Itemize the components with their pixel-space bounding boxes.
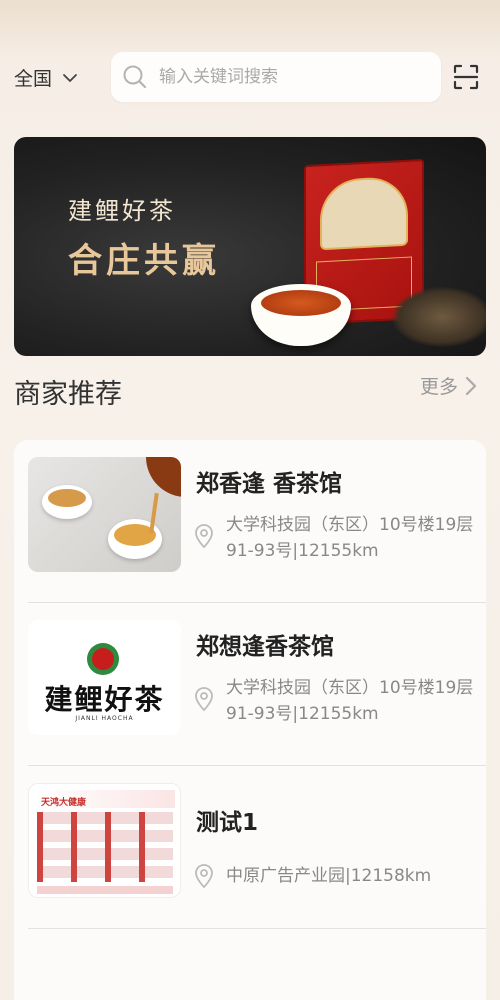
scan-icon[interactable] [452,63,480,91]
merchant-item[interactable]: 建鲤好茶 JIANLI HAOCHA 郑想逢香茶馆 大学科技园（东区）10号楼1… [28,603,486,766]
banner-slogan: 合庄共赢 [68,241,220,281]
section-title: 商家推荐 [14,379,122,410]
poster-content [37,812,173,882]
poster-footer [37,886,173,894]
merchant-list: 郑香逢 香茶馆 大学科技园（东区）10号楼19层91-93号|12155km 建… [14,440,486,1000]
location-pin-icon [195,524,213,549]
more-link[interactable]: 更多 [420,372,478,399]
merchant-address: 大学科技园（东区）10号楼19层91-93号|12155km [226,515,474,561]
chevron-down-icon [63,73,77,82]
search-input[interactable] [159,67,419,87]
search-icon [123,65,147,89]
more-label: 更多 [420,376,459,398]
merchant-item[interactable]: 天鸿大健康 测试1 中原广告产业园|12158km [28,766,486,929]
poster-header: 天鸿大健康 [35,790,175,808]
banner-title: 建鲤好茶 [68,197,176,225]
merchant-thumbnail: 建鲤好茶 JIANLI HAOCHA [28,620,181,735]
brand-logo-subtext: JIANLI HAOCHA [75,715,134,722]
poster-title: 天鸿大健康 [41,798,87,808]
region-label: 全国 [14,68,53,90]
header-background [0,0,500,60]
tea-leaves-image [392,287,486,347]
brand-logo-text: 建鲤好茶 [44,683,165,716]
teapot-image [146,457,181,497]
promo-banner[interactable]: 建鲤好茶 合庄共赢 [14,137,486,356]
location-pin-icon [195,687,213,712]
merchant-name: 郑香逢 香茶馆 [196,471,343,497]
merchant-name: 郑想逢香茶馆 [196,634,334,660]
merchant-thumbnail: 天鸿大健康 [28,783,181,898]
top-bar: 全国 [0,52,500,102]
location-pin-icon [195,864,213,889]
merchant-thumbnail [28,457,181,572]
search-bar[interactable] [111,52,441,102]
chevron-right-icon [465,376,477,395]
region-selector[interactable]: 全国 [14,64,78,91]
tea-box-emblem [320,175,408,251]
brand-seal-icon [87,643,119,675]
tea-cup-image [42,485,92,519]
merchant-address: 中原广告产业园|12158km [226,866,432,886]
merchant-item[interactable]: 郑香逢 香茶馆 大学科技园（东区）10号楼19层91-93号|12155km [28,440,486,603]
merchant-name: 测试1 [196,810,259,836]
tea-cup-image [251,284,351,346]
merchant-address: 大学科技园（东区）10号楼19层91-93号|12155km [226,678,474,724]
tea-liquid [261,290,341,316]
